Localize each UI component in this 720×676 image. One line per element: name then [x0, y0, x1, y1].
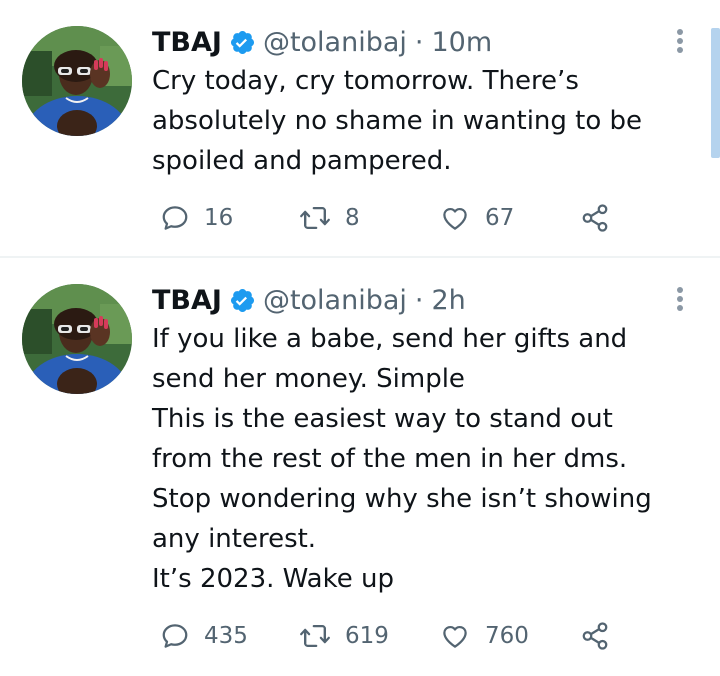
reply-bubble-icon	[162, 624, 188, 648]
separator-dot: ·	[414, 26, 424, 58]
tweet[interactable]: TBAJ @tolanibaj · 10m Cry today, cry tom…	[0, 0, 720, 256]
author-handle[interactable]: @tolanibaj	[263, 27, 407, 58]
tweet-text-line: Stop wondering why she isn’t showing	[152, 484, 652, 514]
scrollbar-thumb[interactable]	[711, 28, 720, 158]
retweet-icon	[300, 625, 330, 647]
tweet-text-line: If you like a babe, send her gifts and	[152, 324, 628, 354]
reply-bubble-icon	[162, 206, 188, 230]
tweet-actions: 16 8 67	[152, 198, 632, 238]
tweet-text-line: absolutely no shame in wanting to be	[152, 106, 643, 136]
author-handle[interactable]: @tolanibaj	[263, 285, 407, 316]
reply-button[interactable]: 16	[160, 198, 233, 238]
retweet-count: 8	[345, 205, 360, 231]
tweet-text-line: It’s 2023. Wake up	[152, 564, 394, 594]
share-button[interactable]	[580, 616, 610, 656]
share-button[interactable]	[580, 198, 610, 238]
separator-dot: ·	[414, 284, 424, 316]
tweet-text-line: spoiled and pampered.	[152, 146, 452, 176]
retweet-count: 619	[345, 623, 389, 649]
author-name[interactable]: TBAJ	[152, 27, 222, 58]
like-count: 67	[485, 205, 515, 231]
timestamp[interactable]: 2h	[432, 285, 466, 316]
tweet-text-line: from the rest of the men in her dms.	[152, 444, 628, 474]
reply-button[interactable]: 435	[160, 616, 248, 656]
heart-icon	[443, 207, 467, 230]
avatar[interactable]	[22, 26, 132, 136]
more-vertical-icon[interactable]	[672, 286, 688, 312]
tweet-text-line: Cry today, cry tomorrow. There’s	[152, 66, 579, 96]
like-button[interactable]: 67	[439, 198, 514, 238]
tweet-text-line: This is the easiest way to stand out	[152, 404, 613, 434]
tweet-text-line: any interest.	[152, 524, 317, 554]
tweet-text-line: send her money. Simple	[152, 364, 465, 394]
verified-badge-icon	[229, 287, 256, 314]
share-icon	[582, 204, 608, 232]
tweet-text: If you like a babe, send her gifts and s…	[152, 319, 707, 599]
reply-count: 16	[204, 205, 234, 231]
timestamp[interactable]: 10m	[432, 27, 493, 58]
reply-count: 435	[204, 623, 248, 649]
tweet-text: Cry today, cry tomorrow. There’s absolut…	[152, 61, 707, 181]
retweet-button[interactable]: 8	[299, 198, 360, 238]
more-vertical-icon[interactable]	[672, 28, 688, 54]
tweet-header: TBAJ @tolanibaj · 10m	[152, 22, 492, 62]
like-count: 760	[485, 623, 529, 649]
retweet-icon	[300, 207, 330, 229]
avatar[interactable]	[22, 284, 132, 394]
tweet-header: TBAJ @tolanibaj · 2h	[152, 280, 466, 320]
verified-badge-icon	[229, 29, 256, 56]
heart-icon	[443, 625, 467, 648]
tweet[interactable]: TBAJ @tolanibaj · 2h If you like a babe,…	[0, 258, 720, 676]
retweet-button[interactable]: 619	[299, 616, 389, 656]
author-name[interactable]: TBAJ	[152, 285, 222, 316]
tweet-actions: 435 619 760	[152, 616, 632, 656]
share-icon	[582, 622, 608, 650]
like-button[interactable]: 760	[439, 616, 529, 656]
